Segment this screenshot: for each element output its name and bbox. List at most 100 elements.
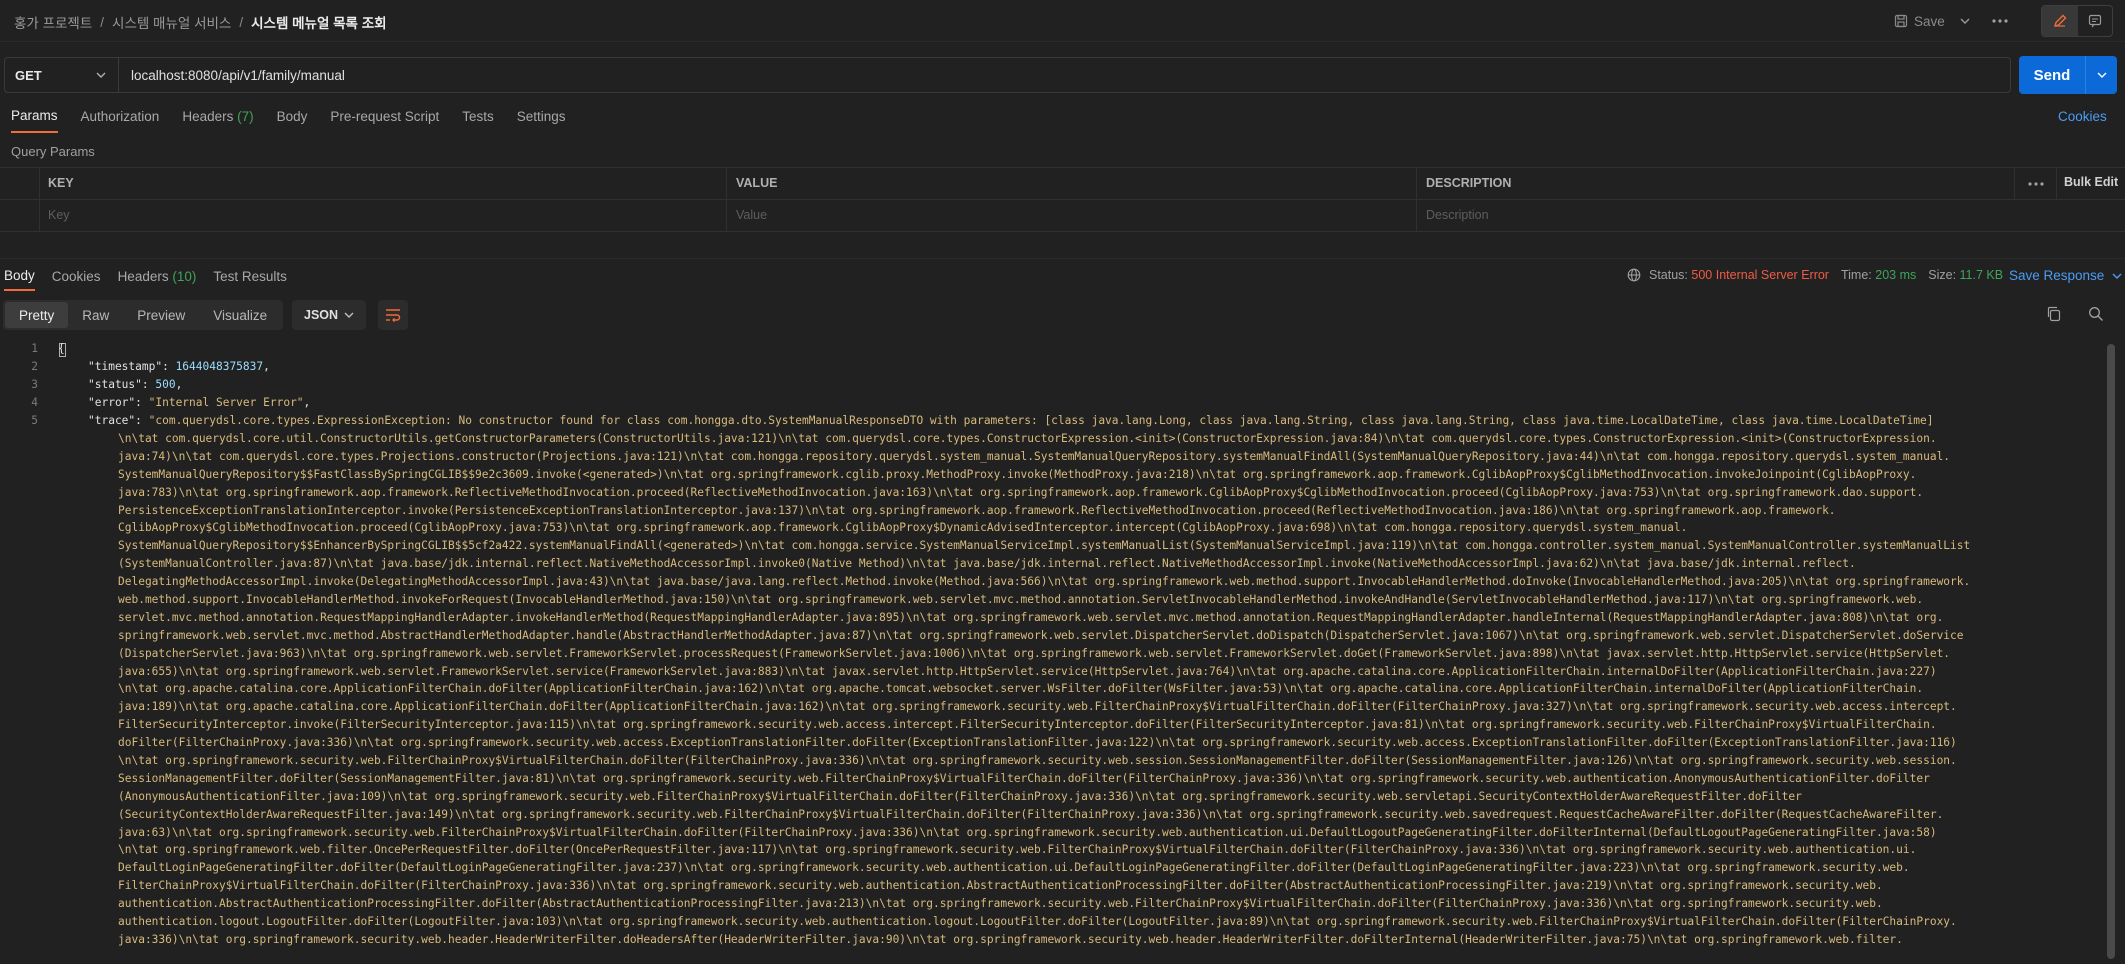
trace-line: servlet.mvc.method.annotation.RequestMap… (118, 610, 1944, 624)
response-divider (0, 258, 2125, 259)
response-format-value: JSON (304, 308, 339, 322)
tab-settings[interactable]: Settings (517, 109, 566, 132)
column-header-value: VALUE (736, 176, 778, 190)
tab-tests[interactable]: Tests (462, 109, 494, 132)
trace-line: \n\tat org.apache.catalina.core.Applicat… (118, 682, 1924, 696)
open-brace: { (58, 342, 65, 355)
tab-response-cookies[interactable]: Cookies (52, 269, 101, 290)
description-input[interactable]: Description (1426, 208, 1489, 222)
breadcrumb-separator: / (100, 14, 105, 30)
code-line: "status": 500, (88, 378, 183, 391)
trace-line: java:655)\n\tat org.springframework.web.… (118, 664, 1937, 678)
save-response-button[interactable]: Save Response (2009, 268, 2122, 283)
response-view-modes: Pretty Raw Preview Visualize (3, 300, 284, 330)
trace-line: PersistenceExceptionTranslationIntercept… (118, 503, 1836, 517)
comment-icon (2088, 14, 2102, 28)
documentation-mode-button[interactable] (2078, 6, 2112, 36)
query-params-label: Query Params (11, 144, 95, 159)
chevron-down-icon (2112, 273, 2122, 279)
trace-line: (SystemManualController.java:87)\n\tat j… (118, 557, 1856, 571)
table-border (0, 231, 2125, 232)
url-input[interactable]: localhost:8080/api/v1/family/manual (118, 57, 2011, 93)
trace-line: java:783)\n\tat org.springframework.aop.… (118, 485, 1924, 499)
chevron-down-icon (2097, 72, 2106, 78)
line-number: 5 (31, 414, 38, 427)
response-body-editor[interactable]: 1 2 3 4 5 { "timestamp": 1644048375837, … (0, 340, 2125, 964)
copy-icon[interactable] (2046, 306, 2062, 325)
status-value[interactable]: 500 Internal Server Error (1691, 268, 1829, 282)
pencil-icon (2053, 14, 2067, 28)
table-border (39, 167, 40, 232)
tab-body[interactable]: Body (277, 109, 308, 132)
view-raw-button[interactable]: Raw (68, 302, 123, 328)
breadcrumb-folder[interactable]: 시스템 매뉴얼 서비스 (112, 12, 231, 32)
trace-line: (SecurityContextHolderAwareRequestFilter… (118, 807, 1944, 821)
cookies-link[interactable]: Cookies (2058, 109, 2107, 124)
save-response-label: Save Response (2009, 268, 2105, 283)
search-icon[interactable] (2088, 306, 2104, 325)
trace-line: DefaultLoginPageGeneratingFilter.doFilte… (118, 861, 1910, 875)
status-label: Status: (1649, 268, 1688, 282)
save-icon (1894, 14, 1908, 28)
breadcrumb-collection[interactable]: 홍가 프로젝트 (14, 12, 92, 32)
breadcrumb: 홍가 프로젝트 / 시스템 매뉴얼 서비스 / 시스템 메뉴얼 목록 조회 (14, 12, 387, 32)
edit-mode-button[interactable] (2042, 6, 2078, 36)
trace-line: (DispatcherServlet.java:963)\n\tat org.s… (118, 646, 1951, 660)
time-label: Time: (1840, 268, 1872, 282)
save-options-dropdown[interactable] (1952, 6, 1978, 36)
view-mode-toggle (2041, 5, 2113, 37)
tab-test-results[interactable]: Test Results (213, 269, 287, 290)
send-button-group: Send (2019, 56, 2117, 94)
vertical-scrollbar[interactable] (2107, 344, 2115, 959)
view-visualize-button[interactable]: Visualize (199, 302, 281, 328)
line-number: 4 (31, 396, 38, 409)
view-preview-button[interactable]: Preview (123, 302, 199, 328)
trace-line: \n\tat org.springframework.security.web.… (118, 754, 1957, 768)
column-header-key: KEY (48, 176, 74, 190)
table-border (2014, 167, 2015, 199)
tab-pre-request-script[interactable]: Pre-request Script (330, 109, 439, 132)
url-value: localhost:8080/api/v1/family/manual (131, 67, 345, 83)
globe-icon (1627, 268, 1641, 282)
tab-authorization[interactable]: Authorization (81, 109, 160, 132)
send-options-dropdown[interactable] (2085, 56, 2117, 94)
value-input[interactable]: Value (736, 208, 767, 222)
http-method-value: GET (15, 67, 42, 83)
line-number: 1 (31, 342, 38, 355)
trace-line: springframework.web.servlet.mvc.method.A… (118, 628, 1964, 642)
trace-line: DelegatingMethodAccessorImpl.invoke(Dele… (118, 575, 1971, 589)
http-method-select[interactable]: GET (4, 57, 118, 93)
trace-line: \n\tat org.springframework.web.filter.On… (118, 843, 1917, 857)
tab-response-headers[interactable]: Headers (10) (118, 269, 197, 290)
response-format-select[interactable]: JSON (292, 300, 366, 330)
breadcrumb-request-name[interactable]: 시스템 메뉴얼 목록 조회 (251, 12, 386, 32)
send-button[interactable]: Send (2019, 67, 2085, 84)
code-line: "trace": "com.querydsl.core.types.Expres… (88, 414, 1934, 427)
tab-headers[interactable]: Headers (7) (182, 109, 253, 132)
trace-line: SessionManagementFilter.doFilter(Session… (118, 771, 1930, 785)
tab-response-body[interactable]: Body (4, 268, 35, 291)
code-line: { (58, 340, 2098, 358)
more-horizontal-icon (1992, 19, 2008, 23)
view-pretty-button[interactable]: Pretty (5, 302, 69, 328)
trace-line: FilterChainProxy$VirtualFilterChain.doFi… (118, 879, 1883, 893)
table-border (1416, 167, 1417, 232)
trace-wrapped-lines: \n\tat com.querydsl.core.util.Constructo… (58, 430, 2098, 949)
table-options-button[interactable] (2026, 170, 2046, 189)
trace-line: java:63)\n\tat org.springframework.secur… (118, 825, 1937, 839)
key-input[interactable]: Key (48, 208, 70, 222)
trace-line: java:336)\n\tat org.springframework.secu… (118, 932, 1903, 946)
more-actions-button[interactable] (1985, 6, 2015, 36)
save-label: Save (1914, 13, 1945, 29)
tab-params[interactable]: Params (11, 108, 58, 133)
code-line: "timestamp": 1644048375837, (88, 360, 270, 373)
save-button[interactable]: Save (1886, 6, 1956, 36)
size-value[interactable]: 11.7 KB (1960, 268, 2004, 282)
trace-line: SystemManualQueryRepository$$EnhancerByS… (118, 539, 1971, 553)
trace-line: authentication.logout.LogoutFilter.doFil… (118, 915, 1957, 929)
time-value[interactable]: 203 ms (1875, 268, 1916, 282)
bulk-edit-button[interactable]: Bulk Edit (2064, 175, 2118, 189)
table-border (0, 199, 2125, 200)
trace-line: (AnonymousAuthenticationFilter.java:109)… (118, 789, 1802, 803)
wrap-lines-button[interactable] (378, 300, 408, 330)
